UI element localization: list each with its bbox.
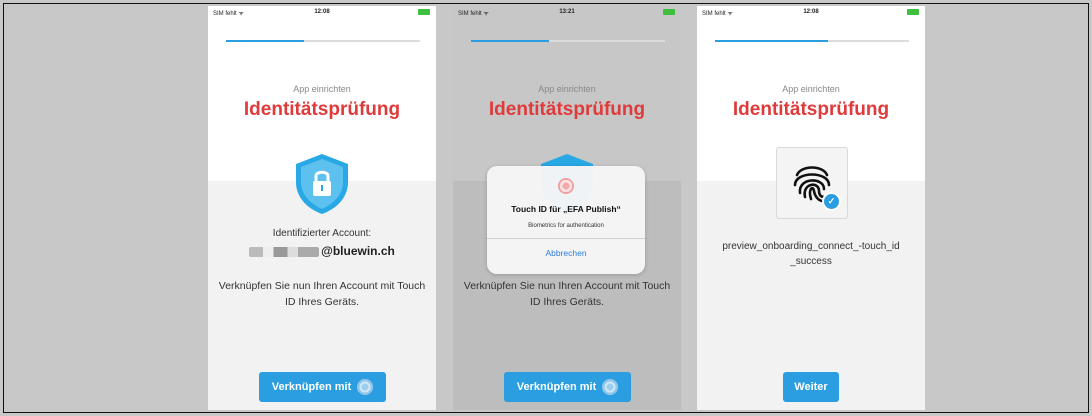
battery-icon (907, 9, 919, 15)
page-subtitle: App einrichten (293, 84, 351, 94)
page-subtitle: App einrichten (782, 84, 840, 94)
screen-touch-id-prompt: SIM fehlt ᯤ 13:21 App einrichten Identit… (453, 6, 681, 410)
fingerprint-icon (558, 178, 574, 194)
dialog-divider (487, 238, 645, 239)
fingerprint-check-icon: ✓ (776, 147, 848, 219)
account-label: Identifizierter Account: (272, 228, 372, 239)
cancel-button[interactable]: Abbrechen (487, 248, 645, 258)
carrier-label: SIM fehlt ᯤ (213, 11, 244, 17)
link-instructions: Verknüpfen Sie nun Ihren Account mit Tou… (218, 280, 426, 308)
continue-button[interactable]: Weiter (783, 372, 839, 402)
progress-bar (471, 40, 665, 42)
page-title: Identitätsprüfung (732, 99, 890, 120)
dialog-subtitle: Biometrics for authentication (528, 223, 604, 229)
progress-bar (226, 40, 420, 42)
status-bar: SIM fehlt ᯤ 13:21 (453, 6, 681, 20)
success-message: preview_onboarding_connect_-touch_id_suc… (722, 241, 900, 267)
page-title: Identitätsprüfung (243, 99, 401, 120)
carrier-label: SIM fehlt ᯤ (702, 11, 733, 17)
button-label: Verknüpfen mit (271, 381, 352, 393)
link-touch-id-button[interactable]: Verknüpfen mit (259, 372, 386, 402)
button-label: Verknüpfen mit (516, 381, 597, 393)
account-value: @bluewin.ch (208, 244, 436, 258)
clock: 12:08 (314, 9, 330, 15)
link-touch-id-button[interactable]: Verknüpfen mit (504, 372, 631, 402)
screen-touch-id-success: SIM fehlt ᯤ 12:08 App einrichten Identit… (697, 6, 925, 410)
dialog-title: Touch ID für „EFA Publish“ (511, 204, 621, 214)
checkmark-icon: ✓ (822, 192, 841, 211)
battery-icon (663, 9, 675, 15)
fingerprint-icon (357, 379, 374, 395)
fingerprint-icon (602, 379, 619, 395)
status-bar: SIM fehlt ᯤ 12:08 (697, 6, 925, 20)
status-bar: SIM fehlt ᯤ 12:08 (208, 6, 436, 20)
screen-link-account: SIM fehlt ᯤ 12:08 App einrichten Identit… (208, 6, 436, 410)
shield-lock-icon (292, 152, 352, 216)
redacted-username (249, 246, 320, 257)
link-instructions: Verknüpfen Sie nun Ihren Account mit Tou… (463, 280, 671, 308)
progress-bar (715, 40, 909, 42)
battery-icon (418, 9, 430, 15)
carrier-label: SIM fehlt ᯤ (458, 11, 489, 17)
clock: 13:21 (559, 9, 575, 15)
page-title: Identitätsprüfung (488, 99, 646, 120)
clock: 12:08 (803, 9, 819, 15)
page-subtitle: App einrichten (538, 84, 596, 94)
touch-id-dialog: Touch ID für „EFA Publish“ Biometrics fo… (487, 166, 645, 274)
